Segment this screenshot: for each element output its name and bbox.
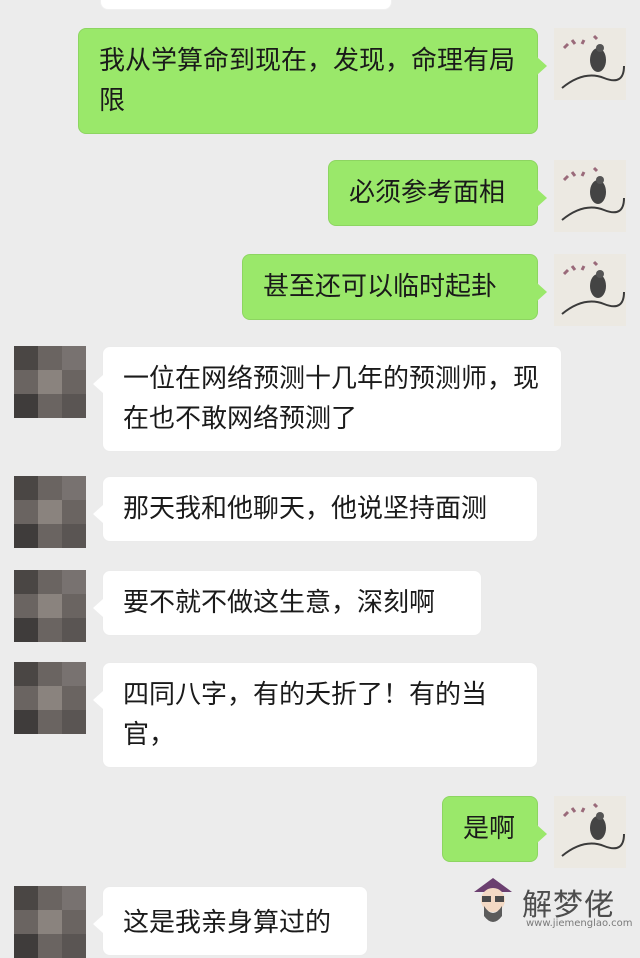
self-avatar[interactable] — [554, 254, 626, 326]
previous-message-fragment — [100, 0, 392, 10]
self-avatar[interactable] — [554, 160, 626, 232]
contact-avatar[interactable] — [14, 886, 86, 958]
message-bubble-self[interactable]: 我从学算命到现在，发现，命理有局限 — [78, 28, 547, 134]
message-bubble-contact[interactable]: 一位在网络预测十几年的预测师，现在也不敢网络预测了 — [93, 346, 562, 452]
contact-avatar[interactable] — [14, 346, 86, 418]
self-avatar[interactable] — [554, 28, 626, 100]
message-bubble-contact[interactable]: 要不就不做这生意，深刻啊 — [93, 570, 482, 636]
message-bubble-contact[interactable]: 四同八字，有的夭折了！有的当官， — [93, 662, 538, 768]
message-bubble-contact[interactable]: 这是我亲身算过的 — [93, 886, 368, 956]
message-bubble-self[interactable]: 甚至还可以临时起卦 — [242, 254, 547, 320]
contact-avatar[interactable] — [14, 476, 86, 548]
watermark: 解梦佬 www.jiemenglao.com — [470, 876, 633, 934]
fortune-teller-icon — [474, 878, 512, 922]
message-bubble-self[interactable]: 必须参考面相 — [328, 160, 547, 226]
contact-avatar[interactable] — [14, 662, 86, 734]
watermark-url: www.jiemenglao.com — [526, 918, 633, 929]
message-bubble-contact[interactable]: 那天我和他聊天，他说坚持面测 — [93, 476, 538, 542]
self-avatar[interactable] — [554, 796, 626, 868]
contact-avatar[interactable] — [14, 570, 86, 642]
message-bubble-self[interactable]: 是啊 — [442, 796, 547, 862]
